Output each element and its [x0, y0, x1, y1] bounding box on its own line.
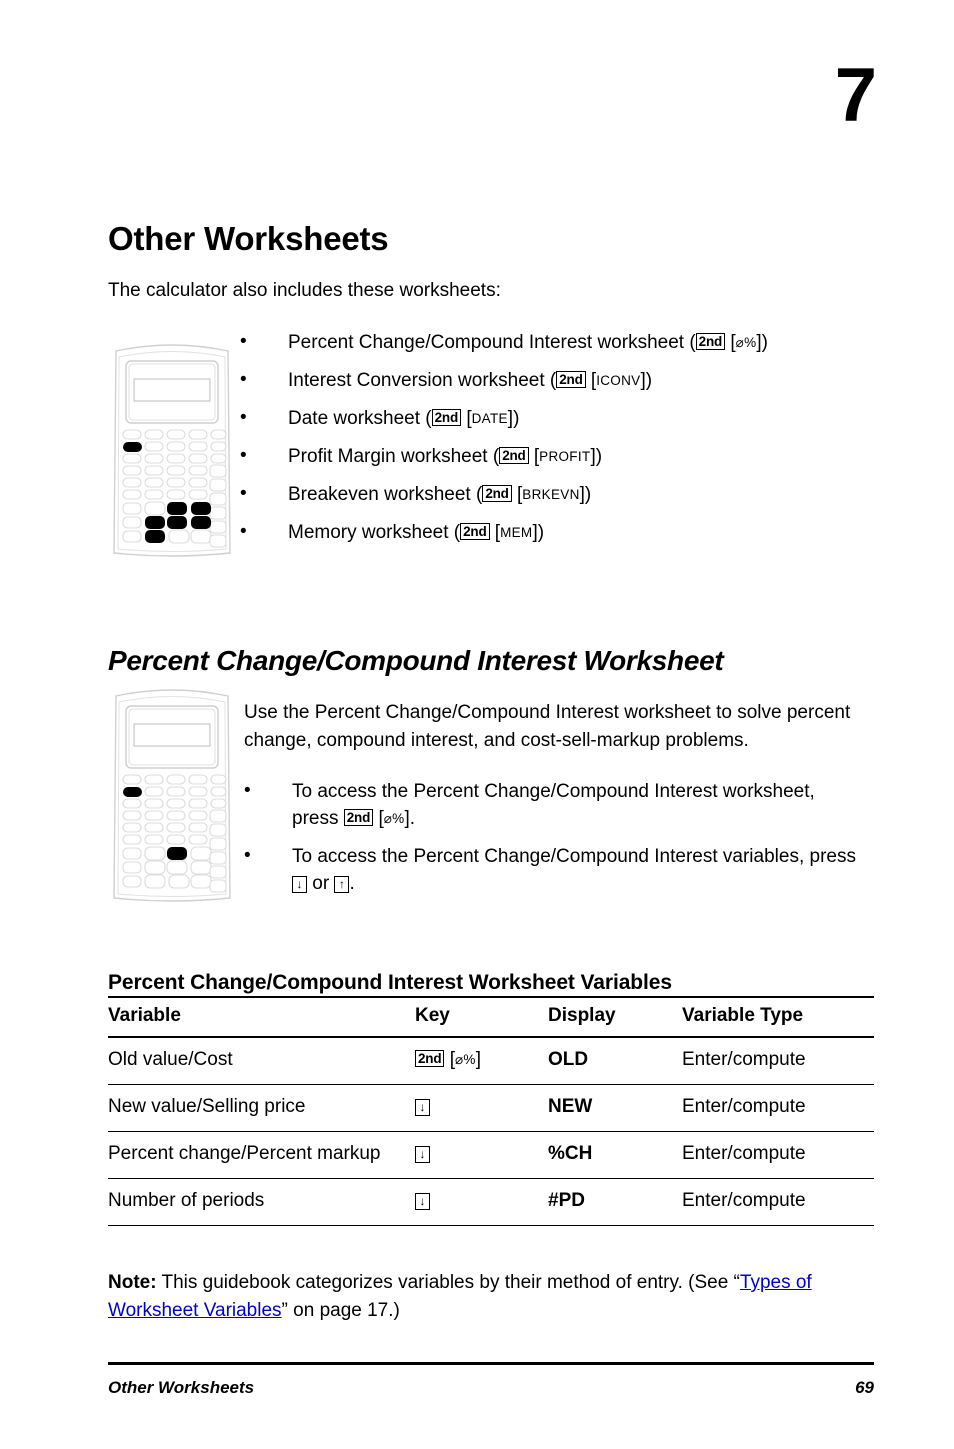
table-heading: Percent Change/Compound Interest Workshe…: [108, 971, 672, 994]
key-delta-percent: [⌀%]: [449, 1049, 481, 1070]
list-item-label: Memory worksheet (: [288, 521, 461, 543]
access-instructions-list: To access the Percent Change/Compound In…: [244, 778, 860, 909]
key-2nd: 2nd: [431, 408, 462, 426]
list-item-label: Interest Conversion worksheet (: [288, 369, 557, 391]
key-2nd: 2nd: [695, 333, 726, 350]
list-item-access-variables: To access the Percent Change/Compound In…: [244, 843, 860, 898]
key-mem: [MEM]: [494, 521, 538, 543]
arrow-down-icon: ↓: [415, 1098, 430, 1116]
table-row: Number of periods ↓ #PD Enter/compute: [108, 1178, 874, 1226]
cell-key: ↓: [415, 1131, 548, 1179]
column-header-key: Key: [415, 996, 548, 1038]
cell-variable: New value/Selling price: [108, 1084, 415, 1132]
list-item-memory: Memory worksheet (2nd [MEM]): [240, 519, 860, 547]
cell-key: ↓: [415, 1084, 548, 1132]
footer-page-number: 69: [855, 1378, 874, 1397]
note-text-before: This guidebook categorizes variables by …: [156, 1272, 740, 1293]
page-title: Other Worksheets: [108, 220, 389, 258]
key-2nd: 2nd: [482, 484, 512, 502]
list-item-percent-change: Percent Change/Compound Interest workshe…: [240, 329, 860, 357]
worksheet-list: Percent Change/Compound Interest workshe…: [240, 329, 860, 558]
table-row: Percent change/Percent markup ↓ %CH Ente…: [108, 1131, 874, 1179]
list-item-suffix: ): [584, 483, 592, 505]
key-delta-percent: [⌀%]: [730, 332, 762, 353]
key-2nd: 2nd: [415, 1050, 445, 1067]
table-row: Old value/Cost 2nd [⌀%] OLD Enter/comput…: [108, 1037, 874, 1085]
key-2nd: 2nd: [460, 522, 490, 540]
list-item-suffix: .: [409, 807, 416, 829]
key-brkevn: [BRKEVN]: [517, 483, 585, 505]
worksheet-variables-table: Variable Key Display Variable Type Old v…: [108, 996, 874, 1226]
list-item-profit-margin: Profit Margin worksheet (2nd [PROFIT]): [240, 443, 860, 471]
cell-key: 2nd [⌀%]: [415, 1037, 548, 1085]
list-item-date: Date worksheet (2nd [DATE]): [240, 405, 860, 433]
calculator-illustration-percent-change: [110, 682, 234, 906]
column-header-variable: Variable: [108, 996, 415, 1038]
column-header-display: Display: [548, 996, 682, 1038]
footer-divider: [108, 1362, 874, 1365]
intro-text: The calculator also includes these works…: [108, 280, 501, 301]
cell-display: NEW: [548, 1084, 682, 1132]
key-iconv: [ICONV]: [590, 369, 646, 391]
cell-key: ↓: [415, 1178, 548, 1226]
note-block: Note: This guidebook categorizes variabl…: [108, 1269, 874, 1325]
calculator-illustration-all-worksheets: [110, 337, 234, 561]
arrow-up-icon: ↑: [334, 875, 350, 893]
key-2nd: 2nd: [343, 808, 374, 826]
cell-variable-type: Enter/compute: [682, 1037, 874, 1085]
list-item-suffix: ): [645, 369, 653, 391]
list-item-suffix: ): [595, 445, 603, 467]
key-profit: [PROFIT]: [533, 445, 596, 467]
cell-display: OLD: [548, 1037, 682, 1085]
key-delta-percent: [⌀%]: [378, 807, 410, 829]
cell-variable-type: Enter/compute: [682, 1178, 874, 1226]
list-item-suffix: ): [537, 521, 545, 543]
table-header-row: Variable Key Display Variable Type: [108, 996, 874, 1038]
list-item-label: Percent Change/Compound Interest workshe…: [288, 332, 685, 353]
cell-variable-type: Enter/compute: [682, 1131, 874, 1179]
key-2nd: 2nd: [556, 370, 586, 388]
arrow-down-icon: ↓: [292, 875, 307, 893]
chapter-number: 7: [834, 53, 877, 138]
cell-variable: Old value/Cost: [108, 1037, 415, 1085]
list-item-access-worksheet: To access the Percent Change/Compound In…: [244, 778, 860, 833]
cell-display: #PD: [548, 1178, 682, 1226]
section-paragraph: Use the Percent Change/Compound Interest…: [244, 702, 851, 751]
cell-variable-type: Enter/compute: [682, 1084, 874, 1132]
table-row: New value/Selling price ↓ NEW Enter/comp…: [108, 1084, 874, 1132]
list-item-label: Profit Margin worksheet (: [288, 445, 500, 467]
note-label: Note:: [108, 1272, 157, 1293]
list-item-interest-conversion: Interest Conversion worksheet (2nd [ICON…: [240, 367, 860, 395]
list-item-suffix: ): [513, 407, 520, 429]
list-item-conjunction: or: [307, 872, 335, 894]
cell-variable: Number of periods: [108, 1178, 415, 1226]
key-date: [DATE]: [466, 407, 514, 429]
cell-variable: Percent change/Percent markup: [108, 1131, 415, 1179]
section-heading: Percent Change/Compound Interest Workshe…: [108, 645, 724, 677]
list-item-label: Breakeven worksheet (: [288, 483, 483, 505]
arrow-down-icon: ↓: [415, 1192, 430, 1210]
cell-display: %CH: [548, 1131, 682, 1179]
note-text-after: ” on page 17.): [281, 1300, 400, 1322]
key-2nd: 2nd: [499, 446, 529, 464]
list-item-suffix: .: [349, 872, 355, 894]
list-item-label: Date worksheet (: [288, 407, 432, 429]
list-item-breakeven: Breakeven worksheet (2nd [BRKEVN]): [240, 481, 860, 509]
column-header-variable-type: Variable Type: [682, 996, 874, 1038]
arrow-down-icon: ↓: [415, 1145, 430, 1163]
list-item-label: To access the Percent Change/Compound In…: [292, 845, 856, 867]
